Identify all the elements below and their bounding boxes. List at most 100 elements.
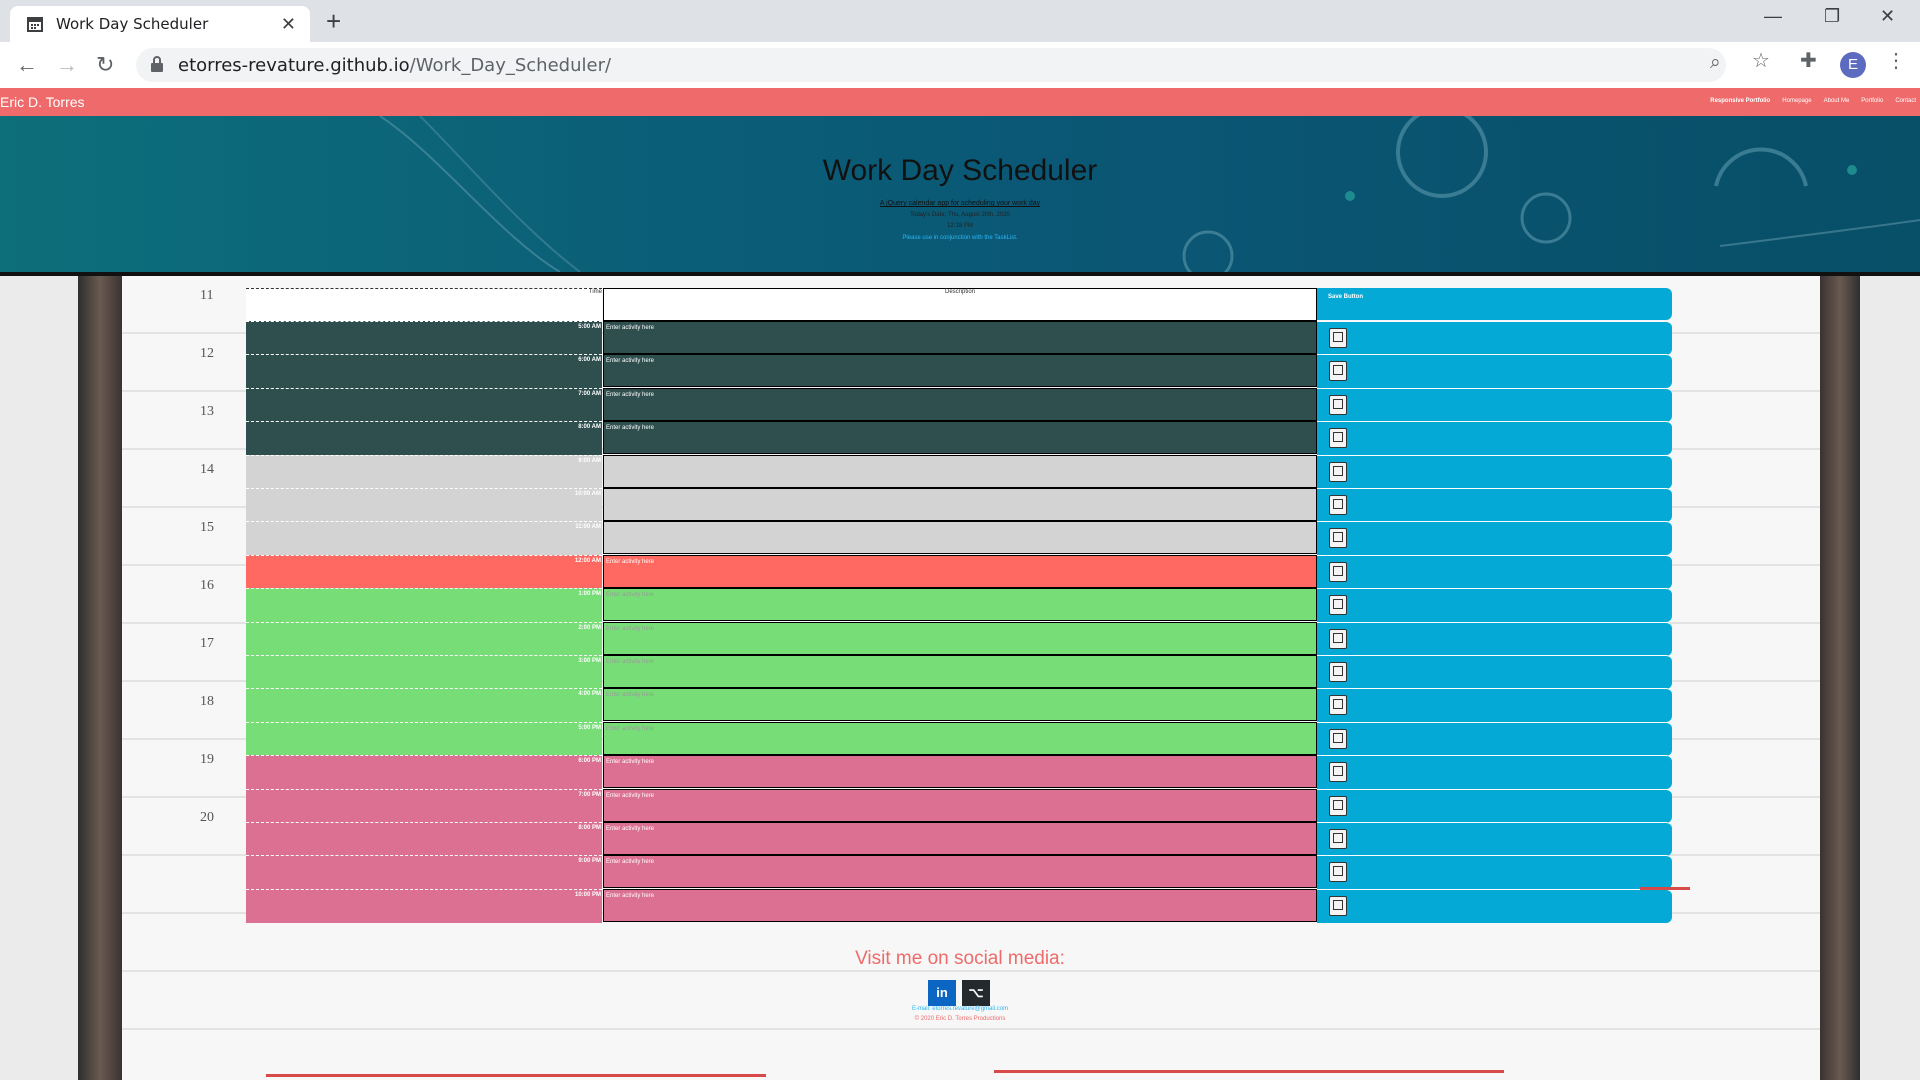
background-hour-number: 20 xyxy=(200,810,214,825)
save-column-header: Save Button xyxy=(1317,288,1672,320)
tab-title: Work Day Scheduler xyxy=(56,15,209,33)
hour-label: 1:00 PM xyxy=(246,588,602,623)
save-button[interactable] xyxy=(1317,321,1672,355)
nav-link-contact[interactable]: Contact xyxy=(1895,98,1916,104)
time-block-row: 9:00 AM xyxy=(246,454,1672,489)
save-button[interactable] xyxy=(1317,354,1672,389)
web-page: Eric D. Torres Responsive Portfolio Home… xyxy=(0,88,1920,1080)
current-time: 12:18 PM xyxy=(947,223,973,229)
save-button[interactable] xyxy=(1317,788,1672,823)
extensions-icon[interactable]: ✚ xyxy=(1800,48,1817,73)
activity-textarea[interactable]: Enter activity here xyxy=(603,655,1317,688)
back-icon[interactable]: ← xyxy=(16,52,38,78)
time-block-row: 2:00 PM Enter activity here xyxy=(246,621,1672,656)
save-button[interactable] xyxy=(1317,688,1672,723)
paper-margin-line xyxy=(1640,887,1690,890)
save-button[interactable] xyxy=(1317,454,1672,489)
background-hour-number: 11 xyxy=(200,288,214,303)
current-date: Today's Date: Thu, August 20th, 2020 xyxy=(910,212,1010,218)
activity-textarea[interactable] xyxy=(603,488,1317,521)
bookmark-star-icon[interactable]: ☆ xyxy=(1752,48,1770,73)
activity-textarea[interactable]: Enter activity here xyxy=(603,822,1317,855)
hour-label: 10:00 AM xyxy=(246,488,602,522)
background-hour-number: 17 xyxy=(200,636,214,651)
activity-textarea[interactable]: Enter activity here xyxy=(603,888,1317,922)
save-button[interactable] xyxy=(1317,888,1672,923)
time-block-row: 6:00 AM Enter activity here xyxy=(246,354,1672,389)
hour-label: 4:00 PM xyxy=(246,688,602,723)
hour-label: 6:00 PM xyxy=(246,755,602,790)
reload-icon[interactable]: ↻ xyxy=(96,52,114,78)
github-icon[interactable]: ⌥ xyxy=(962,980,990,1006)
activity-textarea[interactable]: Enter activity here xyxy=(603,755,1317,789)
activity-textarea[interactable]: Enter activity here xyxy=(603,788,1317,822)
forward-icon[interactable]: → xyxy=(56,52,78,78)
browser-toolbar: ← → ↻ etorres-revature.github.io/Work_Da… xyxy=(0,42,1920,89)
hour-label: 8:00 PM xyxy=(246,822,602,856)
nav-link-about[interactable]: About Me xyxy=(1824,98,1850,104)
save-button[interactable] xyxy=(1317,755,1672,790)
save-icon xyxy=(1329,628,1347,649)
save-button[interactable] xyxy=(1317,554,1672,589)
save-button[interactable] xyxy=(1317,621,1672,656)
save-icon xyxy=(1329,428,1347,449)
profile-avatar[interactable]: E xyxy=(1840,52,1866,78)
footer-email[interactable]: E-mail: etorres.revature@gmail.com xyxy=(0,1006,1920,1012)
hour-label: 8:00 AM xyxy=(246,421,602,456)
calendar-icon xyxy=(27,17,43,32)
save-icon xyxy=(1329,662,1347,682)
save-button[interactable] xyxy=(1317,421,1672,456)
save-icon xyxy=(1329,895,1347,916)
nav-link-homepage[interactable]: Homepage xyxy=(1782,98,1811,104)
time-block-row: 4:00 PM Enter activity here xyxy=(246,688,1672,723)
activity-textarea[interactable]: Enter activity here xyxy=(603,554,1317,588)
save-button[interactable] xyxy=(1317,588,1672,623)
activity-textarea[interactable]: Enter activity here xyxy=(603,354,1317,388)
activity-textarea[interactable] xyxy=(603,521,1317,555)
minimize-icon[interactable]: — xyxy=(1764,6,1782,27)
save-icon xyxy=(1329,862,1347,883)
close-tab-icon[interactable]: ✕ xyxy=(281,14,296,35)
activity-textarea[interactable] xyxy=(603,454,1317,488)
time-block-row: 8:00 PM Enter activity here xyxy=(246,822,1672,856)
hour-label: 10:00 PM xyxy=(246,888,602,923)
hour-label: 7:00 PM xyxy=(246,788,602,823)
paper-margin-line xyxy=(994,1070,1504,1073)
activity-textarea[interactable]: Enter activity here xyxy=(603,321,1317,354)
save-button[interactable] xyxy=(1317,488,1672,522)
linkedin-icon[interactable]: in xyxy=(928,980,956,1006)
zoom-icon[interactable]: ⌕ xyxy=(1710,52,1721,74)
activity-textarea[interactable]: Enter activity here xyxy=(603,387,1317,421)
nav-link-portfolio-site[interactable]: Responsive Portfolio xyxy=(1710,98,1770,104)
activity-textarea[interactable]: Enter activity here xyxy=(603,688,1317,722)
hero-decoration xyxy=(379,116,1920,272)
activity-textarea[interactable]: Enter activity here xyxy=(603,621,1317,655)
url-text: etorres-revature.github.io/Work_Day_Sche… xyxy=(178,55,612,76)
save-button[interactable] xyxy=(1317,387,1672,422)
new-tab-icon[interactable]: + xyxy=(326,6,341,37)
nav-link-portfolio[interactable]: Portfolio xyxy=(1861,98,1883,104)
menu-icon[interactable]: ⋮ xyxy=(1886,48,1906,73)
save-icon xyxy=(1329,595,1347,616)
address-bar[interactable]: etorres-revature.github.io/Work_Day_Sche… xyxy=(136,48,1726,82)
activity-textarea[interactable]: Enter activity here xyxy=(603,588,1317,622)
save-icon xyxy=(1329,394,1347,415)
save-button[interactable] xyxy=(1317,655,1672,689)
save-button[interactable] xyxy=(1317,721,1672,756)
activity-textarea[interactable]: Enter activity here xyxy=(603,421,1317,455)
activity-textarea[interactable]: Enter activity here xyxy=(603,721,1317,755)
restore-icon[interactable]: ❐ xyxy=(1824,6,1840,27)
save-button[interactable] xyxy=(1317,855,1672,890)
footer-copyright: © 2020 Eric D. Torres Productions xyxy=(914,1016,1006,1022)
save-icon xyxy=(1329,461,1347,482)
tasklist-link[interactable]: Please use in conjunction with the TaskL… xyxy=(0,235,1920,241)
browser-tab[interactable]: Work Day Scheduler ✕ xyxy=(10,6,310,42)
save-button[interactable] xyxy=(1317,822,1672,856)
activity-textarea[interactable]: Enter activity here xyxy=(603,855,1317,889)
brand-link[interactable]: Eric D. Torres xyxy=(0,94,85,110)
save-icon xyxy=(1329,829,1347,849)
time-block-row: 5:00 PM Enter activity here xyxy=(246,721,1672,756)
close-window-icon[interactable]: ✕ xyxy=(1880,6,1895,27)
save-button[interactable] xyxy=(1317,521,1672,556)
hour-label: 3:00 PM xyxy=(246,655,602,689)
